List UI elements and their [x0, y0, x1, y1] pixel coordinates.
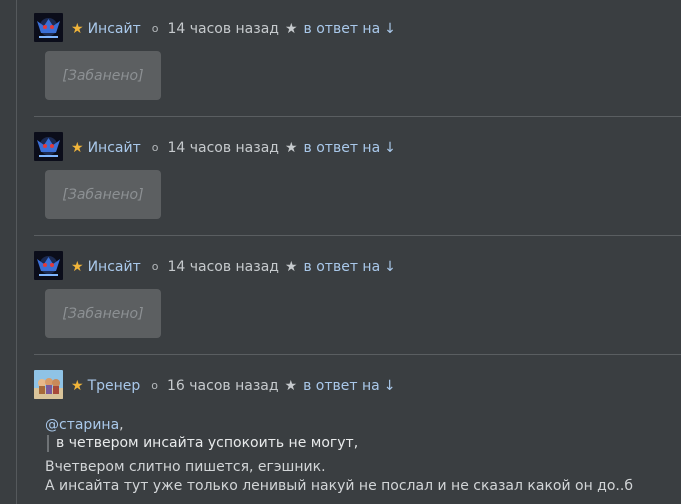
timestamp[interactable]: 14 часов назад [167, 21, 279, 37]
separator-star-icon: ★ [284, 21, 298, 37]
banned-content: [Забанено] [45, 289, 161, 338]
comment-meta: ★ Инсайт о 14 часов назад ★ в ответ на ↓ [71, 139, 396, 158]
status-dot-icon: о [151, 260, 159, 273]
comment-meta: ★ Инсайт о 14 часов назад ★ в ответ на ↓ [71, 20, 396, 39]
avatar[interactable] [34, 13, 63, 42]
author-link[interactable]: Тренер [88, 378, 141, 394]
separator-star-icon: ★ [284, 259, 298, 275]
avatar[interactable] [34, 370, 63, 399]
timestamp[interactable]: 16 часов назад [167, 378, 279, 394]
status-dot-icon: о [151, 379, 159, 392]
comment-header: ★ Инсайт о 14 часов назад ★ в ответ на ↓ [34, 13, 681, 43]
quote-block: в четвером инсайта успокоить не могут, [47, 435, 633, 452]
banned-label: [Забанено] [62, 67, 144, 84]
separator-star-icon: ★ [284, 140, 298, 156]
comment-divider [34, 354, 681, 355]
banned-label: [Забанено] [62, 305, 144, 322]
comment-header: ★ Тренер о 16 часов назад ★ в ответ на ↓ [34, 370, 681, 400]
arrow-down-icon[interactable]: ↓ [384, 259, 396, 275]
star-icon: ★ [71, 21, 84, 37]
author-link[interactable]: Инсайт [88, 259, 141, 275]
banned-content: [Забанено] [45, 170, 161, 219]
status-dot-icon: о [151, 141, 159, 154]
timestamp[interactable]: 14 часов назад [167, 259, 279, 275]
comment-divider [34, 116, 681, 117]
arrow-down-icon[interactable]: ↓ [384, 21, 396, 37]
comment-meta: ★ Тренер о 16 часов назад ★ в ответ на ↓ [71, 377, 395, 396]
banned-label: [Забанено] [62, 186, 144, 203]
comment-text-line: А инсайта тут уже только ленивый накуй н… [45, 478, 633, 494]
reply-to-link[interactable]: в ответ на [304, 140, 381, 156]
reply-to-link[interactable]: в ответ на [304, 259, 381, 275]
reply-to-link[interactable]: в ответ на [303, 378, 380, 394]
comment-meta: ★ Инсайт о 14 часов назад ★ в ответ на ↓ [71, 258, 396, 277]
avatar[interactable] [34, 251, 63, 280]
mention-link[interactable]: @старина [45, 417, 119, 433]
thread-line [16, 0, 17, 504]
mention-suffix: , [119, 417, 124, 433]
star-icon: ★ [71, 140, 84, 156]
comment-text-line: Вчетвером слитно пишется, егэшник. [45, 459, 326, 475]
star-icon: ★ [71, 259, 84, 275]
banned-content: [Забанено] [45, 51, 161, 100]
timestamp[interactable]: 14 часов назад [167, 140, 279, 156]
avatar[interactable] [34, 132, 63, 161]
author-link[interactable]: Инсайт [88, 140, 141, 156]
comment-header: ★ Инсайт о 14 часов назад ★ в ответ на ↓ [34, 132, 681, 162]
reply-to-link[interactable]: в ответ на [304, 21, 381, 37]
star-icon: ★ [71, 378, 84, 394]
comment-body: @старина, в четвером инсайта успокоить н… [45, 416, 633, 496]
separator-star-icon: ★ [284, 378, 298, 394]
comment-divider [34, 235, 681, 236]
status-dot-icon: о [151, 22, 159, 35]
arrow-down-icon[interactable]: ↓ [384, 140, 396, 156]
comment-header: ★ Инсайт о 14 часов назад ★ в ответ на ↓ [34, 251, 681, 281]
arrow-down-icon[interactable]: ↓ [384, 378, 396, 394]
author-link[interactable]: Инсайт [88, 21, 141, 37]
mention-line: @старина, [45, 416, 633, 435]
